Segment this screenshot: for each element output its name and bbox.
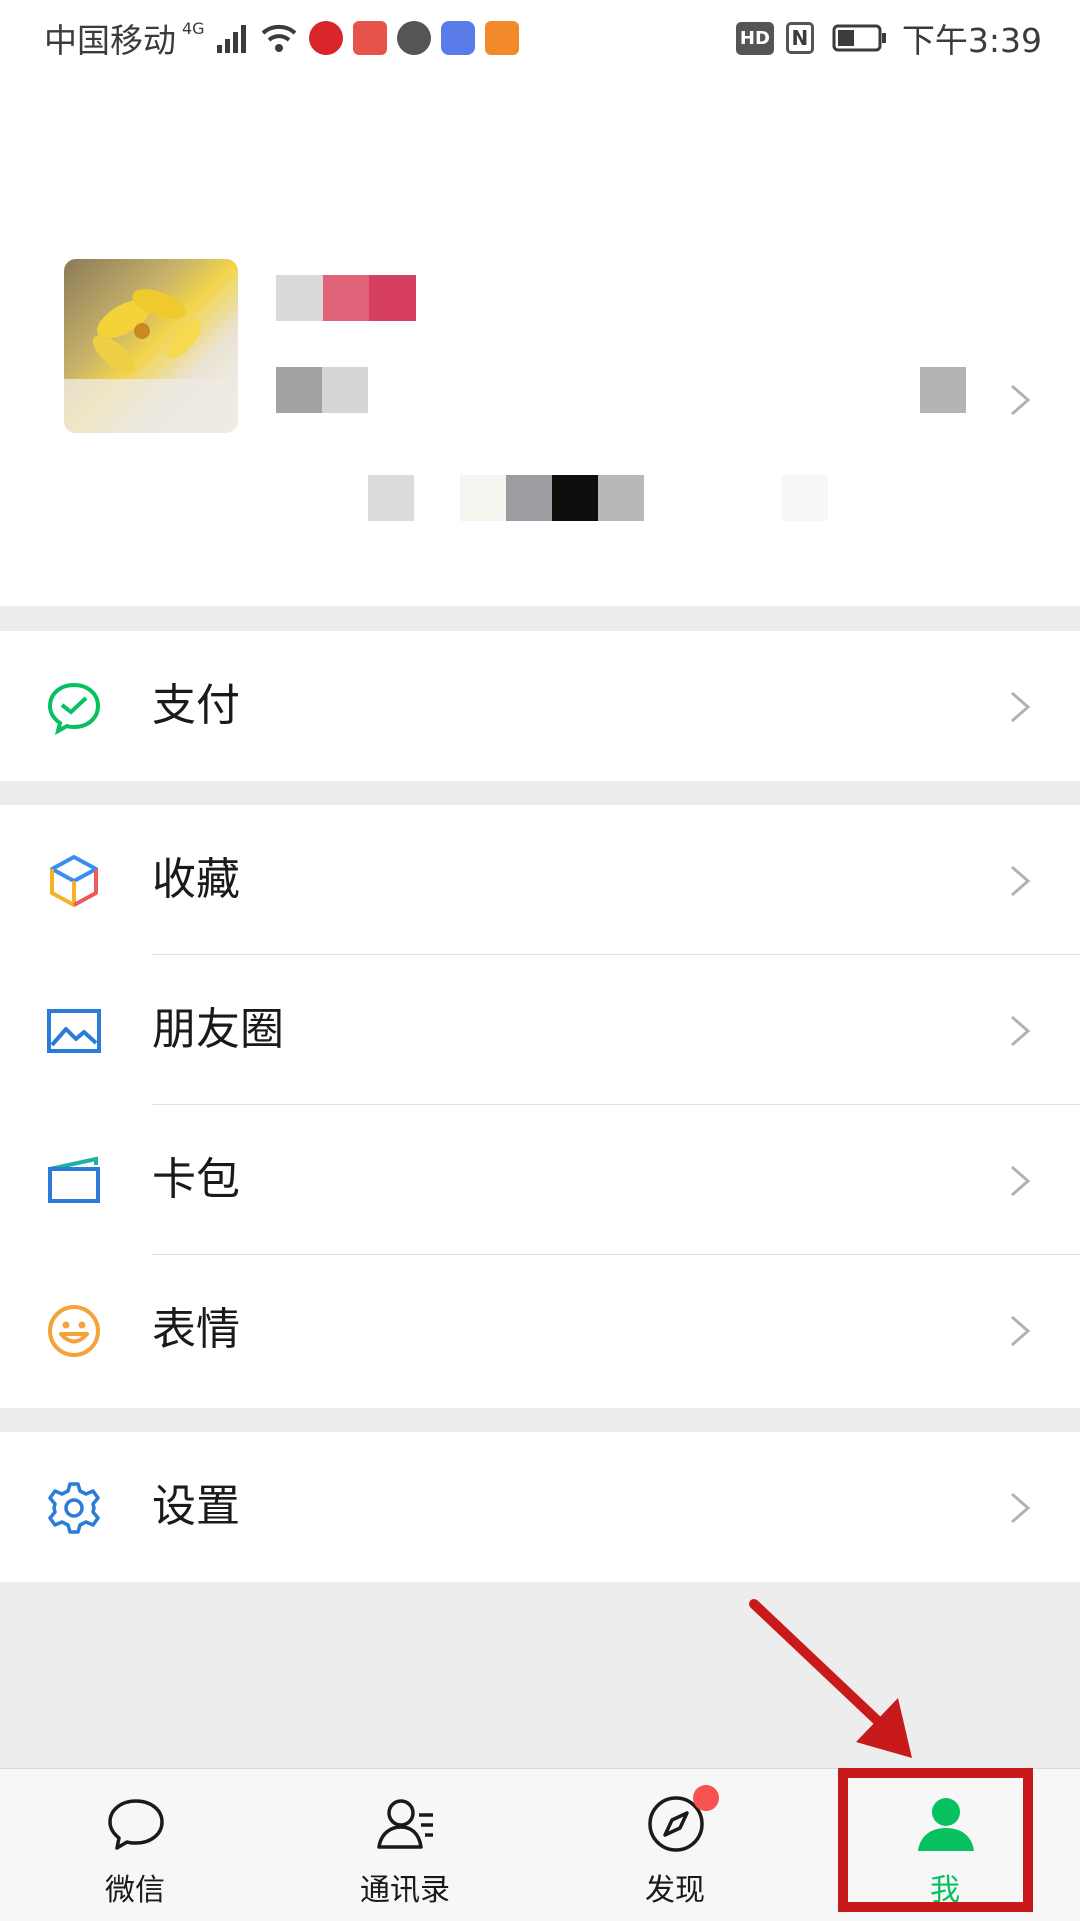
app-notification-icon [484, 21, 519, 55]
tab-chats[interactable]: 微信 [0, 1769, 270, 1921]
carrier-label: 中国移动 [44, 21, 176, 60]
status-right: HD N 下午3:39 [735, 14, 1042, 62]
tab-label: 通讯录 [360, 1873, 450, 1908]
status-left: 中国移动 4G [44, 14, 519, 62]
notification-badge-dot [693, 1785, 719, 1811]
tab-label: 发现 [645, 1873, 705, 1908]
annotation-arrow [749, 1599, 912, 1758]
app-notification-icon [308, 21, 343, 55]
chevron-right-icon [1011, 691, 1031, 723]
menu-group-settings: 设置 [0, 1432, 1080, 1582]
clock-label: 下午3:39 [901, 21, 1042, 60]
avatar[interactable] [64, 259, 238, 433]
status-strip-censored[interactable] [276, 475, 828, 521]
menu-label-pay: 支付 [152, 680, 240, 731]
menu-item-favorites[interactable]: 收藏 [0, 805, 1080, 955]
nickname-censored [276, 275, 417, 321]
battery-icon [832, 24, 886, 52]
wallet-icon [48, 1156, 100, 1203]
chevron-right-icon[interactable] [1006, 382, 1036, 418]
menu-label-stickers: 表情 [152, 1304, 240, 1355]
favorites-cube-icon [50, 855, 98, 907]
qr-code-censored[interactable] [920, 367, 966, 413]
menu-item-cards[interactable]: 卡包 [0, 1105, 1080, 1255]
menu-label-favorites: 收藏 [152, 854, 240, 905]
gear-icon [48, 1482, 100, 1534]
chevron-right-icon [1011, 1165, 1031, 1197]
tab-label: 微信 [105, 1873, 165, 1908]
menu-group-pay: 支付 [0, 631, 1080, 781]
wechat-id-censored [276, 367, 368, 413]
menu-item-stickers[interactable]: 表情 [0, 1255, 1080, 1405]
chevron-right-icon [1011, 865, 1031, 897]
chevron-right-icon [1011, 1015, 1031, 1047]
chevron-right-icon [1011, 1492, 1031, 1524]
app-notification-icon [396, 21, 431, 55]
app-notification-icon [440, 21, 475, 55]
contacts-icon [377, 1799, 433, 1849]
annotation-highlight-box [838, 1768, 1033, 1912]
profile-header[interactable] [0, 75, 1080, 606]
wifi-icon [261, 24, 296, 52]
avatar-flower-image [64, 289, 238, 433]
chat-icon [108, 1799, 164, 1850]
menu-group-main: 收藏 朋友圈 卡包 表情 [0, 805, 1080, 1408]
app-notification-icon [352, 21, 387, 55]
menu-label-cards: 卡包 [152, 1154, 240, 1205]
menu-item-settings[interactable]: 设置 [0, 1432, 1080, 1582]
menu-item-pay[interactable]: 支付 [0, 631, 1080, 781]
nfc-icon: N [785, 22, 814, 54]
moments-image-icon [47, 1009, 101, 1053]
menu-label-moments: 朋友圈 [152, 1004, 284, 1055]
menu-item-moments[interactable]: 朋友圈 [0, 955, 1080, 1105]
tab-discover[interactable]: 发现 [540, 1769, 810, 1921]
network-label: 4G [182, 18, 205, 38]
hd-icon: HD [735, 21, 774, 55]
chevron-right-icon [1011, 1315, 1031, 1347]
status-bar: 中国移动 4G HD N 下午3:39 [0, 0, 1080, 75]
pay-icon [47, 682, 101, 735]
signal-icon [216, 25, 246, 53]
smiley-icon [48, 1305, 100, 1357]
menu-label-settings: 设置 [152, 1481, 240, 1532]
tab-contacts[interactable]: 通讯录 [270, 1769, 540, 1921]
